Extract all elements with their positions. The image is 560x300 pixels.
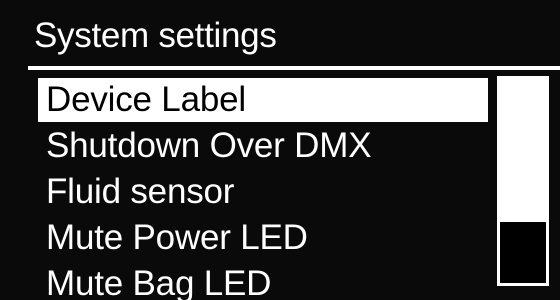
menu-item-mute-bag-led[interactable]: Mute Bag LED bbox=[38, 262, 488, 300]
page-title: System settings bbox=[34, 16, 277, 55]
settings-menu: Device Label Shutdown Over DMX Fluid sen… bbox=[38, 78, 488, 300]
menu-item-shutdown-over-dmx[interactable]: Shutdown Over DMX bbox=[38, 124, 488, 168]
menu-item-mute-power-led[interactable]: Mute Power LED bbox=[38, 216, 488, 260]
settings-screen: System settings Device Label Shutdown Ov… bbox=[0, 0, 560, 300]
scrollbar-fill bbox=[500, 79, 546, 222]
scrollbar[interactable] bbox=[497, 76, 549, 286]
menu-item-device-label[interactable]: Device Label bbox=[38, 78, 488, 122]
title-divider bbox=[28, 66, 560, 70]
menu-item-fluid-sensor[interactable]: Fluid sensor bbox=[38, 170, 488, 214]
